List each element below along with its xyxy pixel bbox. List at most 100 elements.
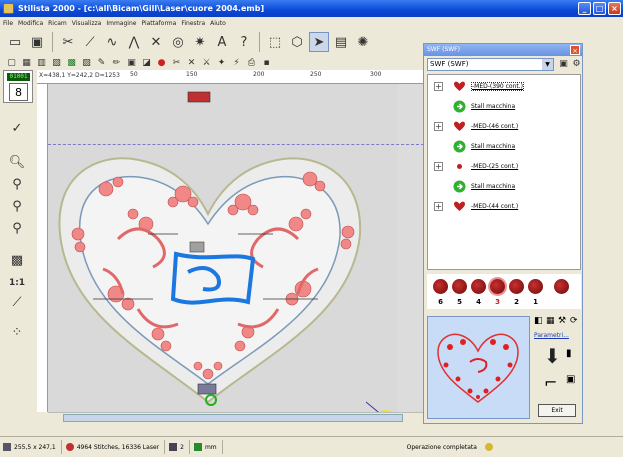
edit-icon[interactable]: ◧ bbox=[534, 316, 543, 326]
color-swatch[interactable] bbox=[509, 279, 524, 294]
horizontal-scrollbar[interactable] bbox=[48, 412, 424, 423]
panel-title[interactable]: SWF (SWF) × bbox=[424, 44, 582, 56]
machine-format-select[interactable]: SWF (SWF) ▼ bbox=[427, 58, 554, 71]
tree-label: -MED-(44 cont.) bbox=[471, 202, 519, 210]
sewing-icon[interactable]: ✂ bbox=[58, 32, 78, 52]
design-canvas[interactable] bbox=[48, 84, 424, 434]
title-bar[interactable]: Stilista 2000 - [c:\all\Bicam\Gill\Laser… bbox=[0, 0, 623, 17]
heart-icon bbox=[454, 201, 465, 211]
pen-icon[interactable]: ✎ bbox=[95, 56, 108, 69]
tree-label: -MED-(25 cont.) bbox=[471, 162, 519, 170]
tree-row[interactable]: Stall macchina bbox=[428, 97, 580, 115]
snip-icon[interactable]: ✕ bbox=[185, 56, 198, 69]
settings-icon[interactable]: ⚙ bbox=[570, 57, 583, 71]
hoop-icon[interactable]: ▩ bbox=[5, 250, 29, 270]
cut-icon[interactable]: ✂ bbox=[170, 56, 183, 69]
machine-icon[interactable]: ▣ bbox=[557, 57, 570, 71]
tree-row[interactable]: Stall macchina bbox=[428, 177, 580, 195]
fill-icon[interactable]: ▣ bbox=[125, 56, 138, 69]
cross-icon[interactable]: ✕ bbox=[146, 32, 166, 52]
ratio-label[interactable]: 1:1 bbox=[5, 273, 29, 293]
bolt-icon[interactable]: ⚡ bbox=[230, 56, 243, 69]
tools-icon[interactable]: ⚒ bbox=[558, 316, 566, 326]
chevron-down-icon[interactable]: ▼ bbox=[542, 59, 553, 70]
curve-icon[interactable]: ∿ bbox=[102, 32, 122, 52]
expand-icon[interactable]: + bbox=[434, 81, 443, 91]
expand-icon[interactable]: + bbox=[434, 201, 443, 211]
tree-row[interactable]: + -MED-(46 cont.) bbox=[428, 117, 580, 135]
expand-icon[interactable]: + bbox=[434, 161, 443, 171]
left-toolbox: 01001 8 ✓ 🔍︎ ⚲ ⚲ ⚲ ▩ 1:1 ⟋ ⁘ bbox=[0, 70, 37, 438]
maximize-button[interactable]: □ bbox=[593, 2, 606, 15]
color-swatch[interactable] bbox=[490, 279, 505, 294]
arrow-down-icon[interactable]: ⬇ bbox=[544, 344, 561, 368]
menu-immagine[interactable]: Immagine bbox=[106, 20, 136, 27]
new-file-icon[interactable]: ▭ bbox=[5, 32, 25, 52]
parameters-link[interactable]: Parametri... bbox=[534, 332, 569, 339]
node-edit-icon[interactable]: ⬡ bbox=[287, 32, 307, 52]
zoom-fit-icon[interactable]: ⚲ bbox=[5, 196, 29, 216]
color-tree: + -MED-(390 cont.) Stall macchina + -MED… bbox=[427, 74, 581, 270]
node-icon[interactable]: ⬚ bbox=[265, 32, 285, 52]
toolbar-separator bbox=[52, 32, 53, 52]
unit-indicator[interactable]: mm bbox=[193, 440, 223, 454]
hook-icon[interactable]: ⌐ bbox=[544, 373, 557, 392]
image2-icon[interactable]: ▨ bbox=[80, 56, 93, 69]
color-swatch[interactable] bbox=[528, 279, 543, 294]
question-icon[interactable]: ? bbox=[234, 32, 254, 52]
menu-modifica[interactable]: Modifica bbox=[18, 20, 43, 27]
burst-icon[interactable]: ✺ bbox=[353, 32, 373, 52]
tree-row[interactable]: + -MED-(25 cont.) bbox=[428, 157, 580, 175]
color-swatch[interactable] bbox=[433, 279, 448, 294]
pointer-icon[interactable]: ➤ bbox=[309, 32, 329, 52]
line-icon[interactable]: ⟋ bbox=[80, 32, 100, 52]
exit-button[interactable]: Exit bbox=[538, 404, 576, 417]
panel-close-icon[interactable]: × bbox=[570, 45, 580, 55]
expand-icon[interactable]: + bbox=[434, 121, 443, 131]
node-tool-icon[interactable]: ⁘ bbox=[5, 322, 29, 342]
print-icon[interactable]: ⎙ bbox=[245, 56, 258, 69]
menu-piattaforma[interactable]: Piattaforma bbox=[141, 20, 176, 27]
zoom-in-icon[interactable]: 🔍︎ bbox=[5, 152, 29, 172]
image-icon[interactable]: ▩ bbox=[65, 56, 78, 69]
star-tool-icon[interactable]: ✷ bbox=[190, 32, 210, 52]
menu-ricam[interactable]: Ricam bbox=[48, 20, 67, 27]
menu-aiuto[interactable]: Aiuto bbox=[210, 20, 226, 27]
zoom-pan-icon[interactable]: ⚲ bbox=[5, 218, 29, 238]
refresh-icon[interactable]: ⟳ bbox=[570, 316, 578, 326]
minimize-button[interactable]: _ bbox=[578, 2, 591, 15]
pencil-icon[interactable]: ✏ bbox=[110, 56, 123, 69]
page-number[interactable]: 8 bbox=[9, 83, 28, 101]
grid2-icon[interactable]: ▥ bbox=[35, 56, 48, 69]
check-icon[interactable]: ✓ bbox=[5, 118, 29, 138]
close-button[interactable]: × bbox=[608, 2, 621, 15]
align-icon[interactable]: ▧ bbox=[50, 56, 63, 69]
tree-row[interactable]: + -MED-(44 cont.) bbox=[428, 197, 580, 215]
color-swatch[interactable] bbox=[471, 279, 486, 294]
level-icon[interactable]: ▮ bbox=[566, 348, 572, 359]
tree-row[interactable]: Stall macchina bbox=[428, 137, 580, 155]
disk-icon[interactable]: ▪ bbox=[260, 56, 273, 69]
color-swatch-extra[interactable] bbox=[554, 279, 569, 294]
menu-finestra[interactable]: Finestra bbox=[181, 20, 205, 27]
stop-icon[interactable]: ● bbox=[155, 56, 168, 69]
grid-icon[interactable]: ▦ bbox=[20, 56, 33, 69]
zoom-out-icon[interactable]: ⚲ bbox=[5, 174, 29, 194]
color-swatch[interactable] bbox=[452, 279, 467, 294]
small-tool-icon[interactable]: ▣ bbox=[566, 374, 575, 385]
menu-visualizza[interactable]: Visualizza bbox=[72, 20, 102, 27]
scroll-thumb[interactable] bbox=[63, 414, 403, 422]
measure-icon[interactable]: ⟋ bbox=[5, 292, 29, 312]
menu-file[interactable]: File bbox=[3, 20, 13, 27]
star-icon[interactable]: ✦ bbox=[215, 56, 228, 69]
stamp-icon[interactable]: ▤ bbox=[331, 32, 351, 52]
select-icon[interactable]: ▢ bbox=[5, 56, 18, 69]
scissors-icon[interactable]: ⚔ bbox=[200, 56, 213, 69]
save-icon[interactable]: ▣ bbox=[27, 32, 47, 52]
circle-icon[interactable]: ◎ bbox=[168, 32, 188, 52]
zigzag-icon[interactable]: ⋀ bbox=[124, 32, 144, 52]
grid-view-icon[interactable]: ▦ bbox=[546, 316, 555, 326]
tree-row[interactable]: + -MED-(390 cont.) bbox=[428, 77, 580, 95]
text-icon[interactable]: A bbox=[212, 32, 232, 52]
tool-icon[interactable]: ◪ bbox=[140, 56, 153, 69]
